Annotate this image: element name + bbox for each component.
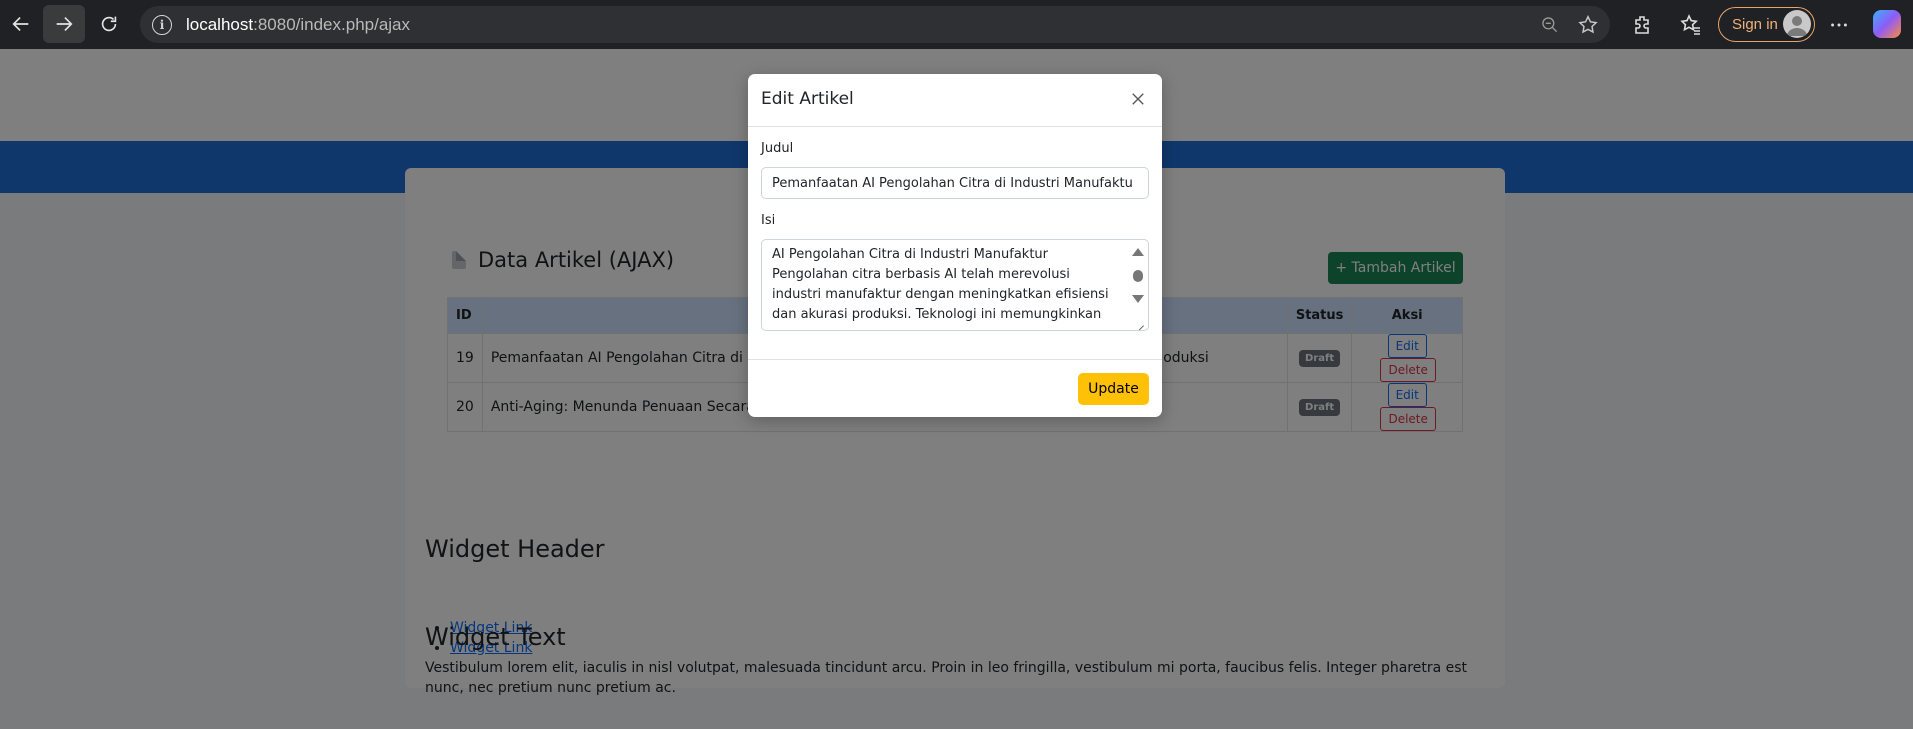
isi-textarea[interactable]: AI Pengolahan Citra di Industri Manufakt… [761, 239, 1149, 331]
resize-handle-icon[interactable] [1132, 314, 1146, 328]
update-button[interactable]: Update [1078, 373, 1149, 405]
modal-footer: Update [748, 359, 1162, 417]
back-icon[interactable] [0, 5, 42, 43]
isi-label: Isi [761, 213, 776, 228]
favorites-icon[interactable] [1678, 12, 1704, 38]
judul-input[interactable]: Pemanfaatan AI Pengolahan Citra di Indus… [761, 167, 1149, 199]
close-icon[interactable] [1126, 87, 1150, 111]
favorite-star-icon[interactable] [1576, 13, 1600, 37]
sign-in-label: Sign in [1732, 16, 1778, 33]
browser-toolbar: i localhost:8080/index.php/ajax Sign in [0, 0, 1913, 49]
address-bar[interactable]: i localhost:8080/index.php/ajax [140, 6, 1610, 43]
more-options-icon[interactable] [1826, 12, 1852, 38]
copilot-icon[interactable] [1873, 10, 1901, 38]
reload-icon[interactable] [88, 5, 130, 43]
avatar-icon [1783, 10, 1811, 38]
scroll-down-icon[interactable] [1132, 295, 1144, 303]
modal-header: Edit Artikel [748, 74, 1162, 127]
edit-article-modal: Edit Artikel Judul Pemanfaatan AI Pengol… [748, 74, 1162, 417]
judul-label: Judul [761, 141, 794, 156]
site-info-icon[interactable]: i [152, 14, 172, 35]
scroll-thumb[interactable] [1133, 270, 1143, 282]
url-text: localhost:8080/index.php/ajax [186, 14, 411, 34]
sign-in-button[interactable]: Sign in [1718, 7, 1815, 42]
scroll-up-icon[interactable] [1132, 248, 1144, 256]
forward-icon[interactable] [43, 5, 85, 43]
isi-text: AI Pengolahan Citra di Industri Manufakt… [772, 247, 1109, 322]
zoom-out-icon[interactable] [1538, 13, 1562, 37]
extensions-icon[interactable] [1630, 12, 1656, 38]
modal-title: Edit Artikel [761, 89, 854, 109]
textarea-scrollbar[interactable] [1131, 245, 1145, 325]
